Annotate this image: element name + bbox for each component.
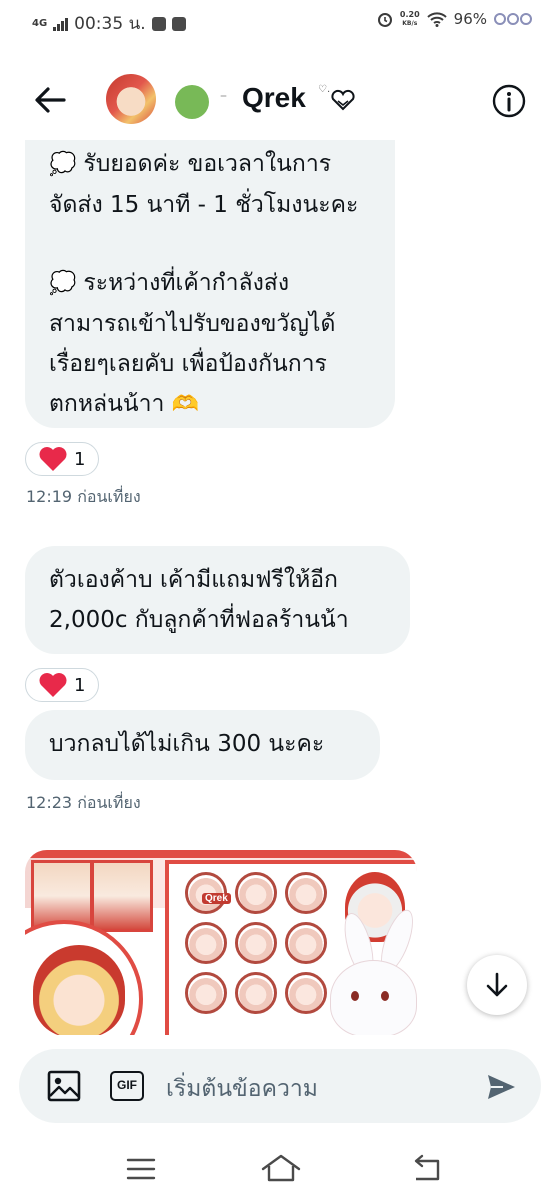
reaction-pill[interactable]: 1 [25, 442, 99, 476]
back-arrow-icon[interactable] [30, 80, 70, 120]
message-bubble[interactable]: บวกลบได้ไม่เกิน 300 นะคะ [25, 710, 380, 780]
badge-thumbnail [235, 872, 277, 914]
badge-thumbnail [235, 972, 277, 1014]
wifi-icon [426, 12, 447, 27]
message-text: ตัวเองค้าบ เค้ามีแถมฟรีให้อีก [49, 567, 338, 593]
clock: 00:35 น. [74, 14, 146, 34]
message-list[interactable]: 💭 รับยอดค่ะ ขอเวลาในการ จัดส่ง 15 นาที -… [0, 140, 560, 1045]
heart-decoration: ♡. [318, 84, 331, 95]
home-icon[interactable] [260, 1153, 302, 1183]
speech-bubble-icon: 💭 [49, 152, 84, 177]
app-status-icon [494, 13, 532, 25]
alarm-icon [377, 13, 392, 27]
facebook-icon [171, 16, 186, 31]
badge-thumbnail [185, 972, 227, 1014]
message-bubble[interactable]: 💭 รับยอดค่ะ ขอเวลาในการ จัดส่ง 15 นาที -… [25, 140, 395, 428]
badge-thumbnail [285, 972, 327, 1014]
composer-bar: GIF เริ่มต้นข้อความ [0, 1045, 560, 1130]
speech-bubble-icon: 💭 [49, 271, 84, 296]
conversation-header: – Qrek ♡. [0, 60, 560, 140]
message-input[interactable]: เริ่มต้นข้อความ [166, 1071, 318, 1107]
message-text: ตกหล่นน้าา [49, 391, 165, 417]
menu-icon[interactable] [126, 1157, 156, 1181]
message-text: เรื่อยๆเลยคับ เพื่อป้องกันการ [49, 351, 327, 377]
back-icon[interactable] [412, 1153, 444, 1183]
message-text: 2,000c กับลูกค้าที่ฟอลร้านน้า [49, 607, 349, 633]
system-nav-bar [0, 1135, 560, 1200]
message-text: ระหว่างที่เค้ากำลังส่ง [83, 270, 290, 296]
badge-thumbnail [285, 922, 327, 964]
badge-thumbnail: Qrek [185, 872, 231, 914]
badge-thumbnail [235, 922, 277, 964]
send-icon[interactable] [485, 1071, 517, 1103]
conversation-title[interactable]: Qrek [242, 82, 306, 114]
arrow-down-icon [486, 972, 508, 997]
badge-label: Qrek [202, 893, 231, 904]
badge-thumbnail [185, 922, 227, 964]
gif-icon[interactable]: GIF [110, 1071, 144, 1101]
network-type: 4G [32, 17, 48, 29]
heart-hands-icon: 🫶 [171, 392, 200, 417]
bunny-illustration [330, 960, 417, 1035]
heart-icon [39, 673, 67, 697]
message-composer: GIF เริ่มต้นข้อความ [19, 1049, 541, 1123]
badge-thumbnail [285, 872, 327, 914]
message-bubble[interactable]: ตัวเองค้าบ เค้ามีแถมฟรีให้อีก 2,000c กับ… [25, 546, 410, 654]
heart-icon [39, 447, 67, 471]
character-illustration [33, 945, 125, 1035]
name-separator: – [220, 88, 227, 104]
character-card [91, 860, 153, 932]
image-border [25, 850, 417, 858]
message-timestamp: 12:23 ก่อนเที่ยง [26, 793, 141, 812]
battery-level: 96% [453, 10, 487, 28]
message-text: รับยอดค่ะ ขอเวลาในการ [83, 151, 332, 177]
reaction-pill[interactable]: 1 [25, 668, 99, 702]
reaction-count: 1 [74, 448, 86, 470]
network-speed: 0.20 KB/s [399, 9, 420, 27]
reaction-count: 1 [74, 674, 86, 696]
message-text: บวกลบได้ไม่เกิน 300 นะคะ [49, 731, 325, 757]
image-icon[interactable] [47, 1070, 81, 1102]
message-text: สามารถเข้าไปรับของขวัญได้ [49, 311, 336, 337]
notification-icon [151, 16, 166, 31]
status-bar: 4G 00:35 น. 0.20 KB/s 96% [0, 0, 560, 44]
heart-outline-icon [331, 89, 355, 111]
info-icon[interactable] [492, 84, 526, 118]
message-timestamp: 12:19 ก่อนเที่ยง [26, 487, 141, 506]
presence-dot [175, 85, 209, 119]
message-text: จัดส่ง 15 นาที - 1 ชั่วโมงนะคะ [49, 192, 359, 218]
signal-icon [53, 17, 69, 31]
scroll-to-bottom-button[interactable] [467, 955, 527, 1015]
image-attachment[interactable]: Qrek [25, 850, 417, 1035]
avatar[interactable] [106, 74, 156, 124]
